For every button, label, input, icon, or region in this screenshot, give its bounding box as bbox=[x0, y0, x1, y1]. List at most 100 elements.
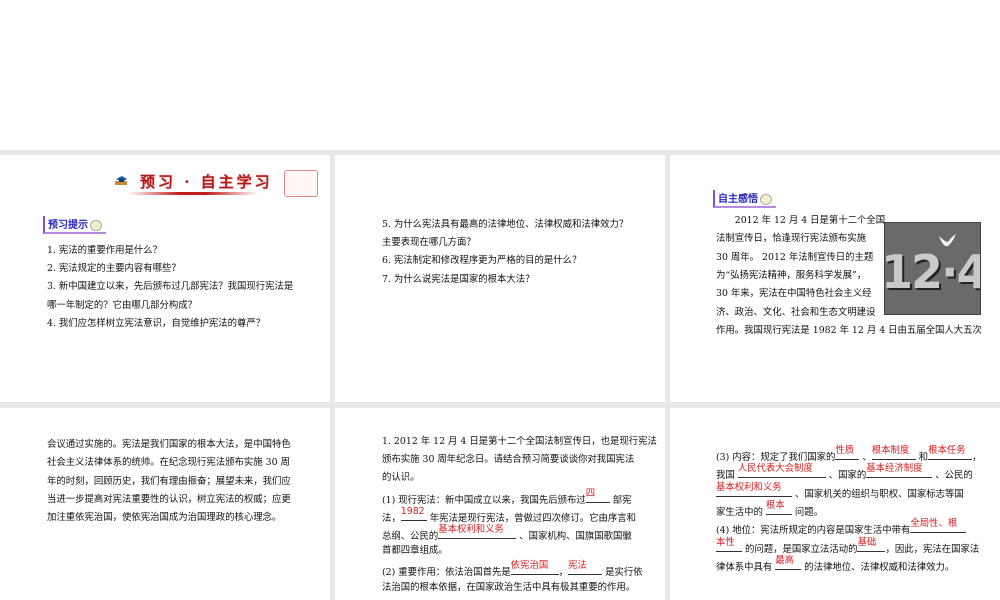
section-tag-label: 预习提示 bbox=[48, 220, 88, 231]
fill-in-blank: 根本 bbox=[765, 499, 792, 515]
fill-in-blank: 基础 bbox=[857, 536, 886, 552]
text-segment: 1. 2012 年 12 月 4 日是第十二个全国法制宣传日，也是现行宪法 bbox=[382, 436, 657, 447]
text-line: 基本权利和义务 、国家机关的组织与职权、国家标志等国 bbox=[716, 481, 964, 501]
text-line: 家生活中的 根本 问题。 bbox=[716, 499, 823, 519]
fill-in-blank: 宪法 bbox=[568, 560, 603, 576]
slide-thumbnail-5[interactable]: 1. 2012 年 12 月 4 日是第十二个全国法制宣传日，也是现行宪法 颁布实… bbox=[335, 408, 665, 600]
text-segment: 首都四章组成。 bbox=[382, 545, 448, 557]
blank-answer: 性质 bbox=[835, 445, 855, 456]
fill-in-blank: 全局性、根 bbox=[910, 518, 967, 534]
blank-answer: 根本制度 bbox=[871, 445, 910, 456]
text-line: 1. 宪法的重要作用是什么？ bbox=[47, 245, 163, 256]
text-segment: 颁布实施 30 周年纪念日。请结合预习简要谈谈你对我国宪法 bbox=[382, 454, 635, 466]
text-line: 1. 2012 年 12 月 4 日是第十二个全国法制宣传日，也是现行宪法 bbox=[382, 436, 657, 448]
text-line: 法， 1982 年宪法是现行宪法，曾做过四次修订。它由序言和 bbox=[382, 505, 636, 525]
blank-answer: 本性 bbox=[716, 536, 735, 548]
section-tag: 预习提示 bbox=[43, 216, 106, 234]
slide-thumbnail-1[interactable]: 预习 · 自主学习 预习提示 1. 宪法的重要作用是什么？ 2. 宪法规定的主要内… bbox=[0, 155, 330, 402]
text-segment: 、国家机关的组织与职权、国家标志等国 bbox=[792, 488, 964, 500]
text-segment: (4) 地位：宪法所规定的内容是国家生活中带有 bbox=[716, 525, 911, 537]
text-line: 的认识。 bbox=[382, 472, 420, 484]
blank-answer: 基本经济制度 bbox=[866, 463, 923, 475]
text-line: 济、政治、文化、社会和生态文明建设 bbox=[716, 306, 876, 318]
text-line: 作用。我国现行宪法是 1982 年 12 月 4 日由五届全国人大五次 bbox=[716, 324, 982, 336]
slide-thumbnail-2[interactable]: 5. 为什么宪法具有最高的法律地位、法律权威和法律效力？ 主要表现在哪几方面？ 6.… bbox=[335, 155, 665, 402]
text-segment: 、 bbox=[859, 452, 872, 463]
text-line: 年的时刻，回顾历史，我们有理由振奋；展望未来，我们应 bbox=[47, 475, 291, 487]
text-segment: 部宪 bbox=[609, 494, 632, 506]
text-line: 为“弘扬宪法精神，服务科学发展”， bbox=[716, 269, 867, 281]
text-line: 当进一步提高对宪法重要性的认识，树立宪法的权威；应更 bbox=[47, 493, 291, 505]
fill-in-blank: 四 bbox=[585, 487, 610, 503]
text-segment: (3) 内容：规定了我们国家的 bbox=[716, 452, 836, 463]
fill-in-blank: 根本制度 bbox=[871, 445, 916, 460]
text-line: 总纲、公民的 基本权利和义务 、国家机构、国旗国歌国徽 bbox=[382, 524, 632, 543]
text-segment: 的认识。 bbox=[382, 472, 420, 484]
text-line: 本性 的问题，是国家立法活动的 基础 ，因此，宪法在国家法 bbox=[716, 536, 980, 556]
blank-answer: 全局性、根 bbox=[910, 518, 958, 530]
text-line: 6. 宪法制定和修改程序更为严格的目的是什么？ bbox=[382, 255, 582, 267]
date-photo-text: 12·4 bbox=[884, 245, 981, 299]
section-banner-title: 预习 · 自主学习 bbox=[140, 173, 273, 191]
text-line: 加注重依宪治国，使依宪治国成为治国理政的核心理念。 bbox=[47, 512, 282, 524]
text-segment: 总纲、公民的 bbox=[382, 531, 439, 542]
empty-top-area bbox=[0, 0, 1000, 150]
text-segment: 、国家的 bbox=[825, 470, 867, 482]
text-segment: 、国家机构、国旗国歌国徽 bbox=[516, 531, 632, 542]
blank-answer: 基础 bbox=[857, 536, 877, 548]
fill-in-blank: 依宪治国 bbox=[510, 560, 559, 576]
text-line: 哪一年制定的？它由哪几部分构成？ bbox=[47, 299, 198, 311]
text-segment: (2) 重要作用：依法治国首先是 bbox=[382, 567, 511, 579]
blank-answer: 根本 bbox=[765, 499, 785, 511]
graduation-cap-icon bbox=[115, 176, 127, 185]
text-segment: 的法律地位、法律权威和法律效力。 bbox=[801, 561, 955, 573]
slide-thumbnail-4[interactable]: 会议通过实施的。宪法是我们国家的根本大法，是中国特色 社会主义法律体系的统帅。在纪… bbox=[0, 408, 330, 600]
fill-in-blank: 最高 bbox=[775, 554, 802, 570]
text-line: 律体系中具有 最高 的法律地位、法律权威和法律效力。 bbox=[716, 554, 955, 574]
text-segment: 的问题，是国家立法活动的 bbox=[742, 543, 858, 555]
fill-in-blank: 性质 bbox=[835, 445, 860, 460]
text-segment: (1) 现行宪法：新中国成立以来，我国先后颁布过 bbox=[382, 494, 586, 506]
text-line: 7. 为什么说宪法是国家的根本大法？ bbox=[382, 273, 535, 285]
text-line: (2) 重要作用：依法治国首先是 依宪治国 ，宪法 是实行依 bbox=[382, 560, 643, 579]
text-line: (4) 地位：宪法所规定的内容是国家生活中带有 全局性、根 bbox=[716, 518, 967, 537]
text-segment: 年宪法是现行宪法，曾做过四次修订。它由序言和 bbox=[426, 512, 636, 524]
disc-icon bbox=[760, 193, 772, 205]
text-segment: 法， bbox=[382, 512, 401, 524]
slide-sorter-grid: 预习 · 自主学习 预习提示 1. 宪法的重要作用是什么？ 2. 宪法规定的主要内… bbox=[0, 150, 1000, 600]
text-segment: 、公民的 bbox=[932, 470, 973, 482]
blank-answer: 依宪治国 bbox=[510, 560, 549, 572]
fill-in-blank: 基本经济制度 bbox=[866, 463, 933, 479]
text-line: 我国 人民代表大会制度 、国家的 基本经济制度 、公民的 bbox=[716, 463, 973, 482]
fill-in-blank: 根本任务 bbox=[928, 445, 973, 460]
text-line: (1) 现行宪法：新中国成立以来，我国先后颁布过四 部宪 bbox=[382, 487, 632, 507]
text-line: 主要表现在哪几方面？ bbox=[382, 237, 476, 249]
text-line: 法制宣传日，恰逢现行宪法颁布实施 bbox=[716, 233, 867, 245]
disc-icon bbox=[90, 219, 102, 231]
blank-answer: 人民代表大会制度 bbox=[737, 463, 813, 475]
text-segment: 法治国的根本依据，在国家政治生活中具有极其重要的作用。 bbox=[382, 581, 636, 593]
fill-in-blank: 本性 bbox=[716, 536, 742, 552]
fill-in-blank: 基本权利和义务 bbox=[438, 524, 517, 539]
text-segment: 和 bbox=[915, 452, 929, 463]
blank-answer: 1982 bbox=[400, 505, 425, 517]
slide-thumbnail-6[interactable]: (3) 内容：规定了我们国家的 性质 、根本制度 和根本任务，我国 人民代表大会制… bbox=[670, 408, 1000, 600]
blank-answer: 四 bbox=[585, 487, 596, 499]
text-segment: 家生活中的 bbox=[716, 506, 766, 518]
text-segment: 是实行依 bbox=[602, 567, 643, 579]
blank-answer: 最高 bbox=[775, 554, 794, 566]
text-segment: ，因此，宪法在国家法 bbox=[885, 543, 980, 555]
banner-underline bbox=[128, 192, 258, 195]
blank-answer: 基本权利和义务 bbox=[716, 481, 782, 493]
text-line: 3. 新中国建立以来，先后颁布过几部宪法？我国现行宪法是 bbox=[47, 281, 294, 293]
text-line: 社会主义法律体系的统帅。在纪念现行宪法颁布实施 30 周 bbox=[47, 457, 290, 469]
section-tag-label: 自主感悟 bbox=[718, 194, 758, 205]
slide-thumbnail-3[interactable]: 自主感悟 12·4 2012 年 12 月 4 日是第十二个全国 法制宣传日，恰逢… bbox=[670, 155, 1000, 402]
text-line: (3) 内容：规定了我们国家的 性质 、根本制度 和根本任务 ， bbox=[716, 445, 982, 464]
text-line: 4. 我们应怎样树立宪法意识，自觉维护宪法的尊严？ bbox=[47, 317, 266, 329]
text-line: 2. 宪法规定的主要内容有哪些？ bbox=[47, 263, 181, 275]
fill-in-blank: 基本权利和义务 bbox=[716, 481, 792, 497]
text-line: 30 周年。 2012 年法制宣传日的主题 bbox=[716, 251, 874, 263]
text-line: 2012 年 12 月 4 日是第十二个全国 bbox=[716, 215, 886, 226]
text-segment: 问题。 bbox=[791, 506, 823, 518]
